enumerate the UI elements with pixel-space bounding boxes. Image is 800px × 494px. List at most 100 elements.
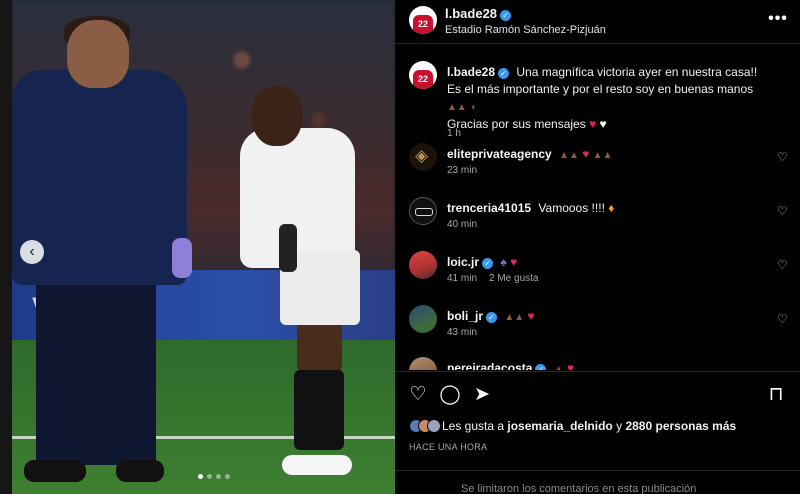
post-side-panel: 22 l.bade28 ✓ Estadio Ramón Sánchez-Pizju… — [395, 0, 800, 494]
fire-emoji-icon: ♦ — [608, 201, 615, 215]
author-username[interactable]: l.bade28 ✓ — [445, 6, 512, 21]
avatar-number: 22 — [417, 19, 428, 29]
more-options-icon[interactable]: ••• — [767, 10, 789, 30]
caption-meta: 1 h — [447, 128, 461, 139]
caption-time: 1 h — [447, 128, 461, 139]
commenter-username-text: pereiradacosta — [447, 361, 533, 370]
likes-prefix: Les gusta a — [442, 419, 505, 433]
player-shoe — [282, 455, 352, 475]
likes-user[interactable]: josemaria_delnido — [507, 419, 612, 433]
verified-badge-icon: ✓ — [482, 258, 494, 269]
likes-summary[interactable]: Les gusta a josemaria_delnido y 2880 per… — [409, 419, 736, 433]
caption-avatar[interactable]: 22 — [409, 61, 437, 89]
verified-badge-icon: ✓ — [498, 68, 510, 79]
comments-limited-text: Se limitaron los comentarios en esta pub… — [461, 483, 697, 494]
commenter-avatar[interactable] — [409, 143, 437, 171]
comment-time: 40 min — [447, 219, 478, 230]
comment-time: 43 min — [447, 327, 478, 338]
author-username-text: l.bade28 — [445, 6, 498, 21]
like-comment-heart-icon[interactable]: ♡ — [777, 259, 789, 271]
carousel-dot — [207, 474, 212, 479]
muscle-emoji-icon: ◖ — [470, 102, 477, 113]
like-comment-heart-icon[interactable]: ♡ — [777, 151, 789, 163]
staff-shoe — [116, 460, 164, 482]
red-heart-emoji-icon: ♥ — [510, 255, 518, 269]
player-leg — [297, 320, 342, 375]
like-heart-icon[interactable]: ♡ — [407, 384, 429, 406]
verified-badge-icon: ✓ — [486, 312, 498, 323]
comment-meta: 40 min — [447, 219, 477, 230]
commenter-username[interactable]: pereiradacosta ✓ — [447, 361, 547, 370]
commenter-username-text: boli_jr — [447, 309, 484, 323]
carousel-dot — [216, 474, 221, 479]
comment-text-block: pereiradacosta ✓ ▲ ♥ — [447, 360, 767, 370]
commenter-username-text: loic.jr — [447, 255, 480, 269]
caption-text-block: l.bade28 ✓ Una magnífica victoria ayer en… — [447, 64, 767, 133]
comments-limited-notice: Se limitaron los comentarios en esta pub… — [395, 470, 800, 494]
comment-like-count[interactable]: 2 Me gusta — [489, 273, 538, 284]
water-bottle — [279, 224, 297, 272]
player-shirt — [240, 128, 355, 268]
hands-emoji-icon: ▲▲ — [559, 150, 579, 161]
red-heart-emoji-icon: ♥ — [582, 147, 590, 161]
comment-time: 41 min — [447, 273, 478, 284]
staff-legs — [36, 280, 156, 465]
comment-text-block: loic.jr ✓ ♠ ♥ — [447, 254, 767, 271]
carousel-dot — [225, 474, 230, 479]
player-head — [252, 86, 302, 146]
player-socks — [294, 370, 344, 450]
liker-avatar — [427, 419, 441, 433]
hands-emoji-icon: ▲▲ — [592, 150, 613, 161]
likes-others[interactable]: 2880 personas más — [625, 419, 736, 433]
comments-list[interactable]: 22 l.bade28 ✓ Una magnífica victoria ayer… — [395, 45, 800, 370]
comment-bubble-icon[interactable]: ◯ — [439, 384, 461, 406]
praying-hands-emoji-icon: ♠ — [500, 255, 507, 269]
verified-badge-icon: ✓ — [500, 10, 512, 21]
staff-head — [67, 20, 129, 88]
comment-meta: 41 min 2 Me gusta — [447, 273, 539, 284]
carousel-dot — [198, 474, 203, 479]
commenter-username[interactable]: loic.jr ✓ — [447, 255, 494, 269]
hands-emoji-icon: ▲ — [553, 364, 564, 370]
share-send-icon[interactable]: ➤ — [471, 384, 493, 406]
comment-time: 23 min — [447, 165, 478, 176]
save-bookmark-icon[interactable]: ⊓ — [765, 384, 787, 406]
hands-emoji-icon: ▲▲ — [447, 102, 467, 113]
post-photo[interactable]: vsive ‹ — [12, 0, 395, 494]
post-modal: vsive ‹ 22 l.bade28✓ Estadio Ramón Sánch… — [12, 0, 800, 494]
commenter-avatar[interactable] — [409, 197, 437, 225]
staff-glove — [172, 238, 192, 278]
carousel-prev-button[interactable]: ‹ — [20, 240, 44, 264]
red-heart-emoji-icon: ♥ — [527, 309, 535, 323]
commenter-username[interactable]: eliteprivateagency — [447, 147, 552, 161]
like-comment-heart-icon[interactable]: ♡ — [777, 313, 789, 325]
caption-username[interactable]: l.bade28 ✓ — [447, 65, 510, 79]
hands-emoji-icon: ▲▲ — [504, 312, 525, 323]
post-header: 22 l.bade28 ✓ Estadio Ramón Sánchez-Pizju… — [395, 0, 800, 44]
comment-text: Vamooos !!!! — [538, 201, 605, 215]
avatar-number: 22 — [417, 74, 428, 84]
liker-avatars — [409, 419, 441, 433]
commenter-username[interactable]: boli_jr ✓ — [447, 309, 498, 323]
carousel-dots — [198, 474, 230, 479]
caption-username-text: l.bade28 — [447, 65, 496, 79]
comment-text-block: eliteprivateagency ▲▲ ♥ ▲▲ — [447, 146, 767, 164]
red-heart-emoji-icon: ♥ — [589, 117, 597, 131]
post-location[interactable]: Estadio Ramón Sánchez-Pizjuán — [445, 24, 606, 36]
red-heart-emoji-icon: ♥ — [566, 361, 575, 370]
comment-meta: 43 min — [447, 327, 477, 338]
commenter-username[interactable]: trenceria41015 — [447, 201, 531, 215]
caption-text-2: Gracias por sus mensajes — [447, 117, 586, 131]
likes-joiner: y — [616, 419, 623, 433]
staff-shoe — [24, 460, 86, 482]
commenter-avatar[interactable] — [409, 305, 437, 333]
commenter-avatar[interactable] — [409, 251, 437, 279]
comment-meta: 23 min — [447, 165, 477, 176]
comment-text-block: boli_jr ✓ ▲▲ ♥ — [447, 308, 767, 326]
post-actions: ♡ ◯ ➤ ⊓ Les gusta a josemaria_delnido y … — [395, 371, 800, 470]
white-heart-emoji-icon: ♥ — [599, 117, 607, 131]
commenter-avatar[interactable] — [409, 357, 437, 370]
author-avatar[interactable]: 22 — [409, 6, 437, 34]
like-comment-heart-icon[interactable]: ♡ — [777, 205, 789, 217]
comment-text-block: trenceria41015 Vamooos !!!! ♦ — [447, 200, 767, 217]
